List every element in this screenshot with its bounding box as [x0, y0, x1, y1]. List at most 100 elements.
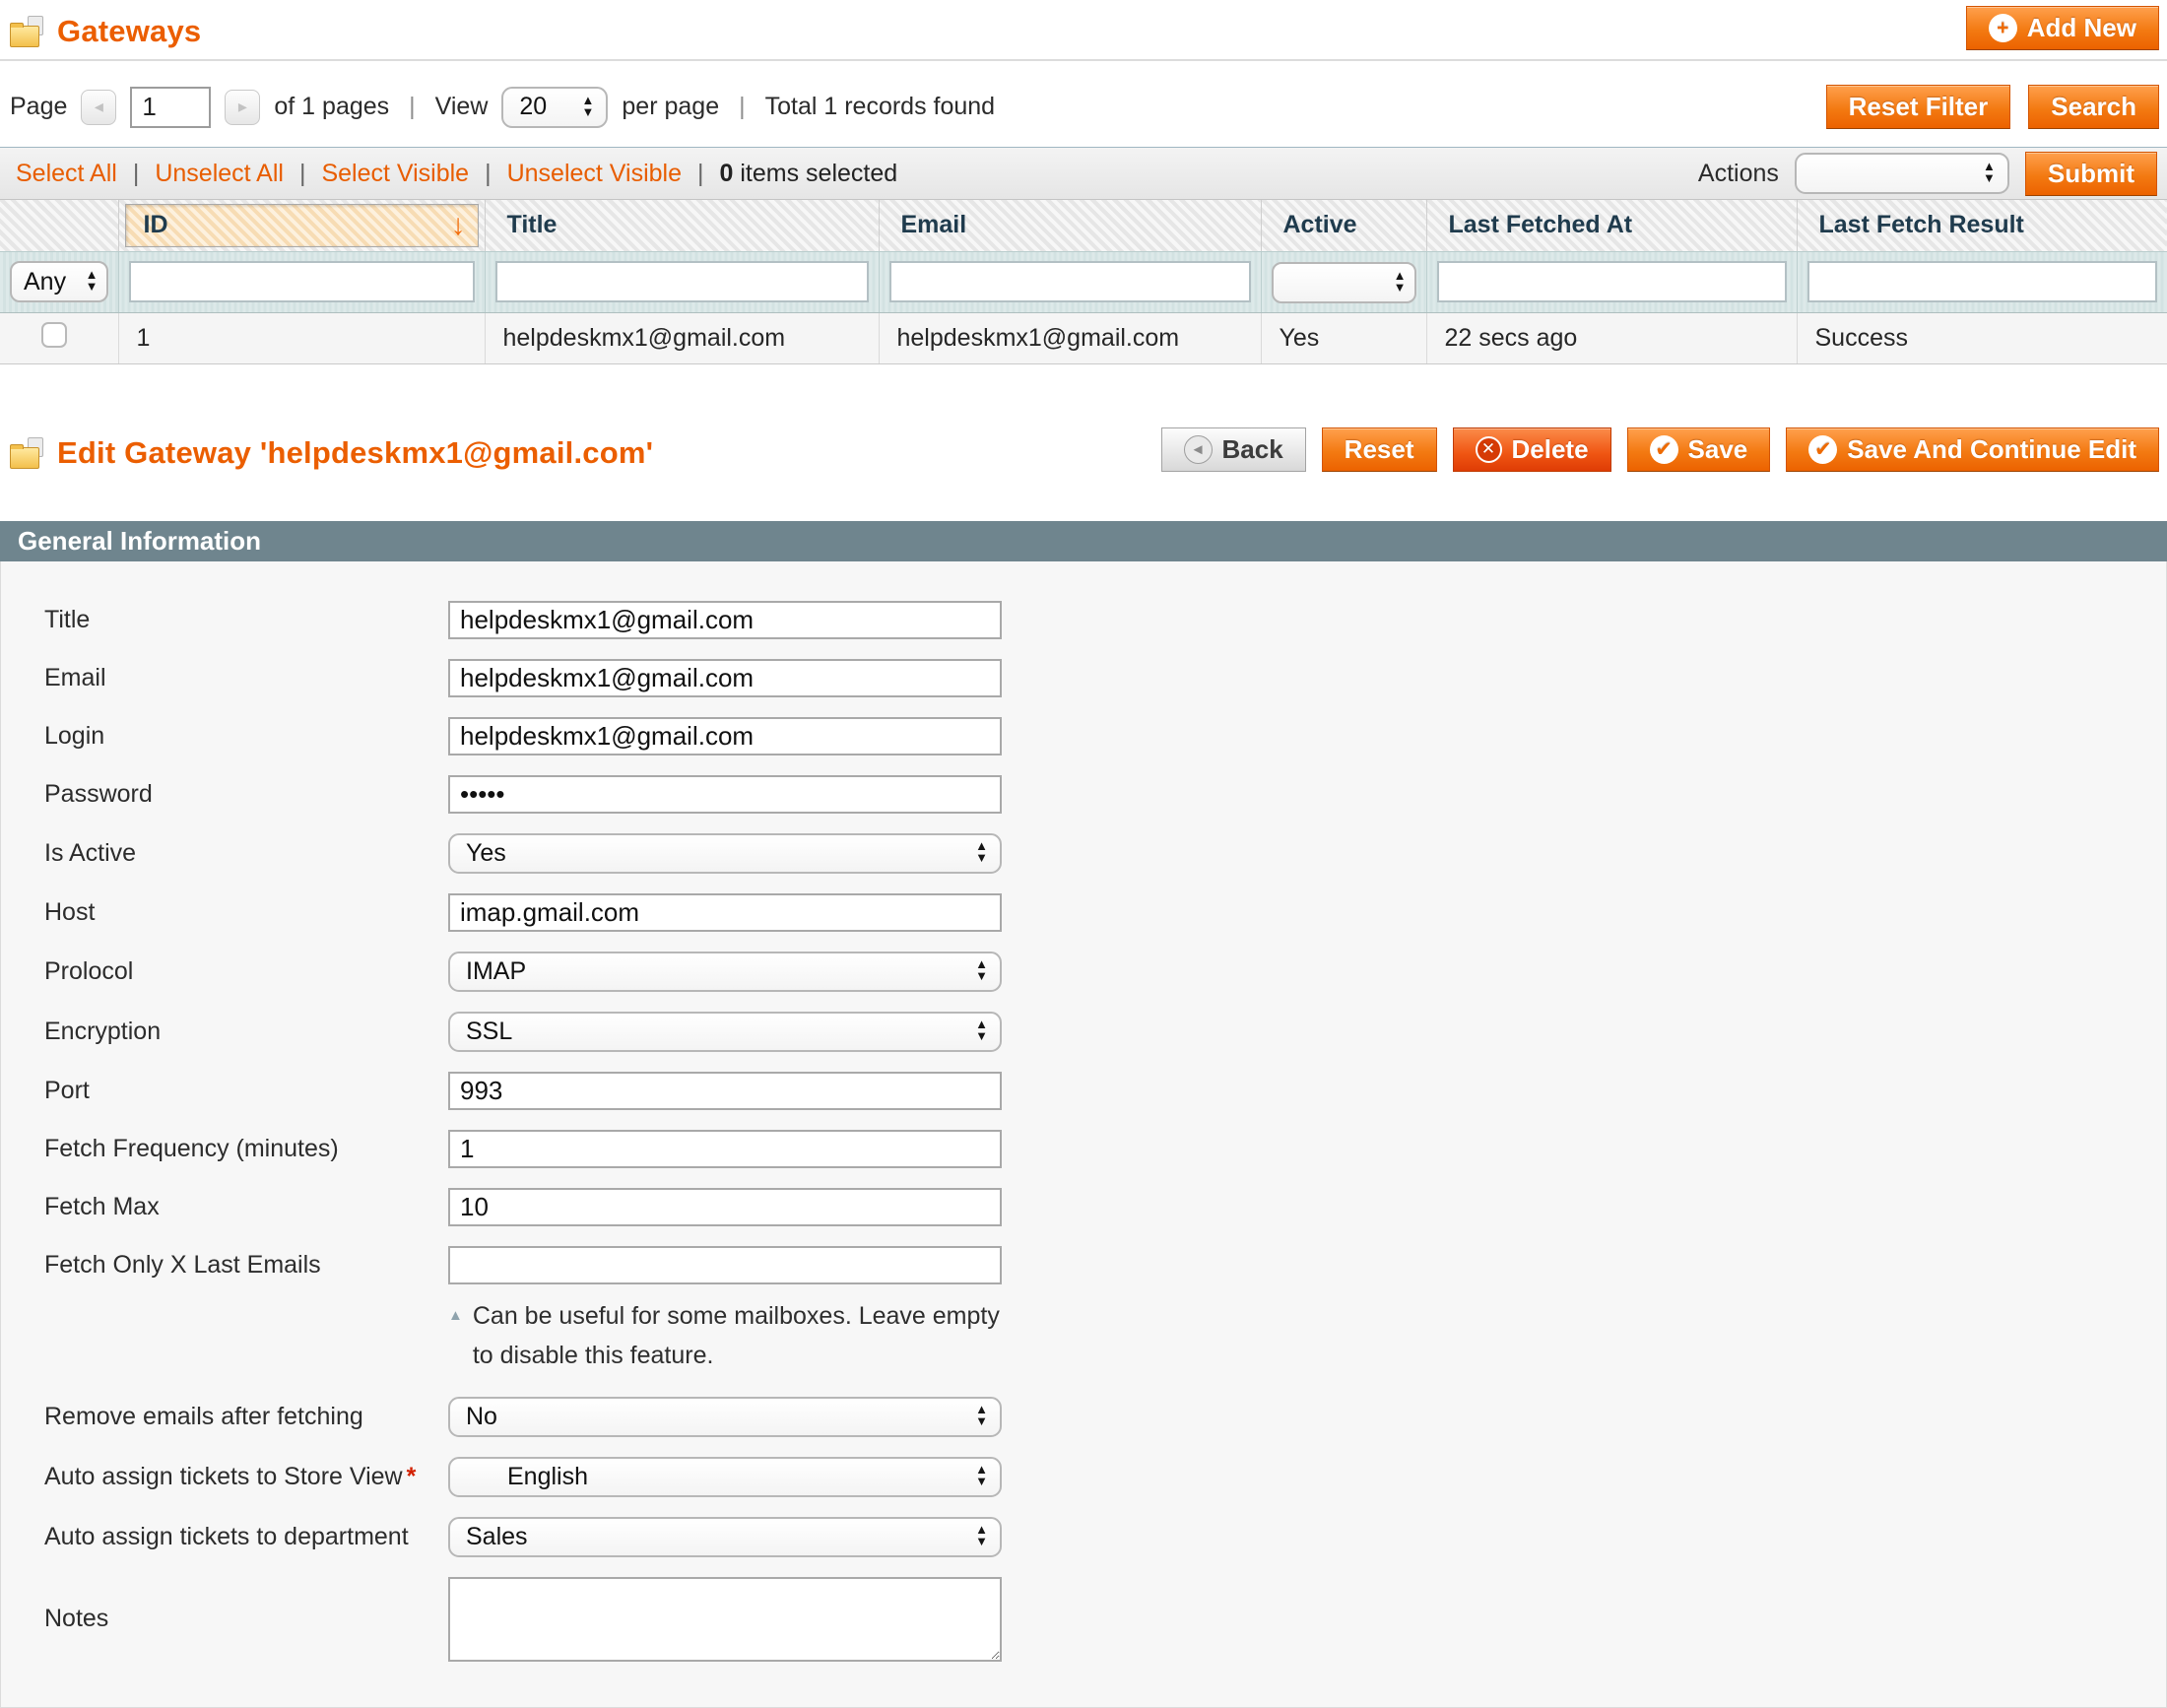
column-label: Email — [884, 211, 967, 238]
save-button[interactable]: ✔ Save — [1627, 427, 1771, 472]
next-page-button[interactable]: ▸ — [225, 90, 260, 125]
column-header-email[interactable]: Email — [879, 200, 1261, 251]
email-field[interactable] — [448, 659, 1002, 697]
separator: | — [133, 160, 140, 188]
pager: Page ◂ ▸ of 1 pages | View 20 ▲▼ per pag… — [10, 87, 995, 128]
of-pages-label: of 1 pages — [274, 93, 389, 121]
previous-page-button[interactable]: ◂ — [81, 90, 116, 125]
back-button[interactable]: ◄ Back — [1161, 427, 1306, 472]
filter-last-fetched-input[interactable] — [1437, 261, 1787, 302]
form-row-is-active: Is Active Yes ▲▼ — [44, 833, 2166, 874]
cell-active: Yes — [1261, 312, 1426, 363]
is-active-value: Yes — [466, 839, 961, 868]
column-header-id[interactable]: ID ↓ — [118, 200, 485, 251]
unselect-all-link[interactable]: Unselect All — [155, 160, 284, 188]
protocol-select[interactable]: IMAP ▲▼ — [448, 952, 1002, 992]
any-value: Any — [24, 268, 72, 296]
delete-label: Delete — [1512, 434, 1589, 465]
delete-button[interactable]: ✕ Delete — [1453, 427, 1611, 472]
select-arrows-icon: ▲▼ — [975, 841, 988, 865]
notes-field[interactable] — [448, 1577, 1002, 1662]
remove-emails-select[interactable]: No ▲▼ — [448, 1397, 1002, 1437]
page-number-input[interactable] — [130, 87, 211, 128]
login-label: Login — [44, 722, 448, 751]
edit-gateway-header: Edit Gateway 'helpdeskmx1@gmail.com' ◄ B… — [10, 427, 2159, 472]
table-row[interactable]: 1 helpdeskmx1@gmail.com helpdeskmx1@gmai… — [0, 312, 2167, 363]
form-row-protocol: Prolocol IMAP ▲▼ — [44, 952, 2166, 992]
form-row-login: Login — [44, 717, 2166, 755]
filter-active-select[interactable]: ▲▼ — [1272, 262, 1416, 303]
general-information-header: General Information — [0, 521, 2167, 561]
column-header-last-fetched-at[interactable]: Last Fetched At — [1426, 200, 1797, 251]
department-value: Sales — [466, 1523, 961, 1551]
department-select[interactable]: Sales ▲▼ — [448, 1517, 1002, 1557]
form-row-title: Title — [44, 601, 2166, 639]
host-field[interactable] — [448, 893, 1002, 932]
page-title-wrap: Gateways — [10, 6, 201, 49]
separator: | — [733, 93, 752, 121]
column-header-title[interactable]: Title — [485, 200, 879, 251]
delete-x-icon: ✕ — [1476, 436, 1502, 463]
select-visible-link[interactable]: Select Visible — [321, 160, 469, 188]
reset-button[interactable]: Reset — [1322, 427, 1437, 472]
column-header-last-fetch-result[interactable]: Last Fetch Result — [1797, 200, 2167, 251]
back-label: Back — [1222, 434, 1283, 465]
fetch-frequency-field[interactable] — [448, 1130, 1002, 1168]
filter-title-input[interactable] — [495, 261, 869, 302]
title-field[interactable] — [448, 601, 1002, 639]
per-page-value: 20 — [519, 93, 567, 121]
fetch-frequency-label: Fetch Frequency (minutes) — [44, 1135, 448, 1163]
port-field[interactable] — [448, 1072, 1002, 1110]
select-all-link[interactable]: Select All — [16, 160, 117, 188]
column-label: ID — [144, 211, 168, 239]
form-row-fetch-max: Fetch Max — [44, 1188, 2166, 1226]
check-icon: ✔ — [1808, 435, 1837, 464]
fetch-max-label: Fetch Max — [44, 1193, 448, 1221]
checkbox-column-header — [0, 200, 118, 251]
login-field[interactable] — [448, 717, 1002, 755]
encryption-select[interactable]: SSL ▲▼ — [448, 1012, 1002, 1052]
select-arrows-icon: ▲▼ — [975, 1019, 988, 1043]
filter-last-result-input[interactable] — [1807, 261, 2157, 302]
reset-filter-button[interactable]: Reset Filter — [1826, 85, 2011, 129]
edit-title-wrap: Edit Gateway 'helpdeskmx1@gmail.com' — [10, 427, 653, 471]
form-row-password: Password — [44, 775, 2166, 814]
folder-icon — [10, 16, 45, 47]
selected-suffix: items selected — [740, 160, 897, 187]
edit-buttons: ◄ Back Reset ✕ Delete ✔ Save ✔ Save And … — [1161, 427, 2159, 472]
title-label: Title — [44, 606, 448, 634]
store-view-select[interactable]: English ▲▼ — [448, 1457, 1002, 1497]
submit-button[interactable]: Submit — [2025, 152, 2157, 196]
note-text: Can be useful for some mailboxes. Leave … — [473, 1296, 1000, 1375]
filter-id-input[interactable] — [129, 261, 475, 302]
unselect-visible-link[interactable]: Unselect Visible — [507, 160, 682, 188]
filter-email-input[interactable] — [889, 261, 1251, 302]
select-arrows-icon: ▲▼ — [1394, 271, 1407, 295]
add-new-button[interactable]: + Add New — [1966, 6, 2159, 50]
row-checkbox[interactable] — [41, 322, 67, 348]
cell-id: 1 — [118, 312, 485, 363]
massaction-any-select[interactable]: Any ▲▼ — [10, 261, 108, 302]
per-page-select[interactable]: 20 ▲▼ — [501, 87, 608, 128]
is-active-select[interactable]: Yes ▲▼ — [448, 833, 1002, 874]
search-button[interactable]: Search — [2028, 85, 2159, 129]
edit-gateway-title: Edit Gateway 'helpdeskmx1@gmail.com' — [57, 435, 653, 471]
fetch-only-x-field[interactable] — [448, 1246, 1002, 1284]
separator: | — [485, 160, 492, 188]
host-label: Host — [44, 898, 448, 927]
view-label: View — [435, 93, 489, 121]
actions-select[interactable]: ▲▼ — [1795, 153, 2009, 194]
fetch-max-field[interactable] — [448, 1188, 1002, 1226]
form-row-notes: Notes — [44, 1577, 2166, 1662]
separator: | — [403, 93, 422, 121]
form-row-department: Auto assign tickets to department Sales … — [44, 1517, 2166, 1557]
password-field[interactable] — [448, 775, 1002, 814]
page-header: Gateways + Add New — [0, 0, 2167, 61]
items-selected-count: 0 items selected — [720, 160, 898, 188]
email-label: Email — [44, 664, 448, 692]
save-and-continue-button[interactable]: ✔ Save And Continue Edit — [1786, 427, 2159, 472]
filter-any-cell: Any ▲▼ — [0, 251, 118, 312]
select-arrows-icon: ▲▼ — [975, 1525, 988, 1548]
gateways-grid: ID ↓ Title Email Active Last Fetched At … — [0, 200, 2167, 364]
column-header-active[interactable]: Active — [1261, 200, 1426, 251]
